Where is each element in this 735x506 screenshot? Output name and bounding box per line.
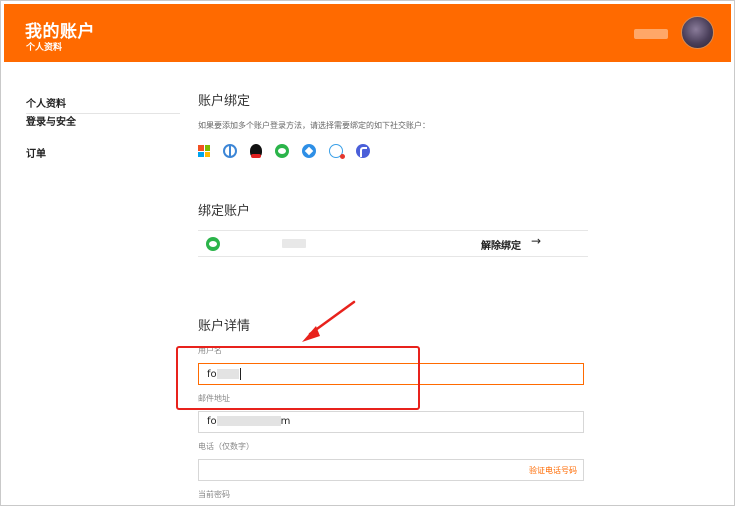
browser-frame: 我的账户 个人资料 个人资料 登录与安全 订单 账户绑定 如果要添加多个账户登录… xyxy=(0,0,735,506)
annotation-arrow xyxy=(302,300,356,342)
page-viewport: 我的账户 个人资料 个人资料 登录与安全 订单 账户绑定 如果要添加多个账户登录… xyxy=(4,4,731,502)
